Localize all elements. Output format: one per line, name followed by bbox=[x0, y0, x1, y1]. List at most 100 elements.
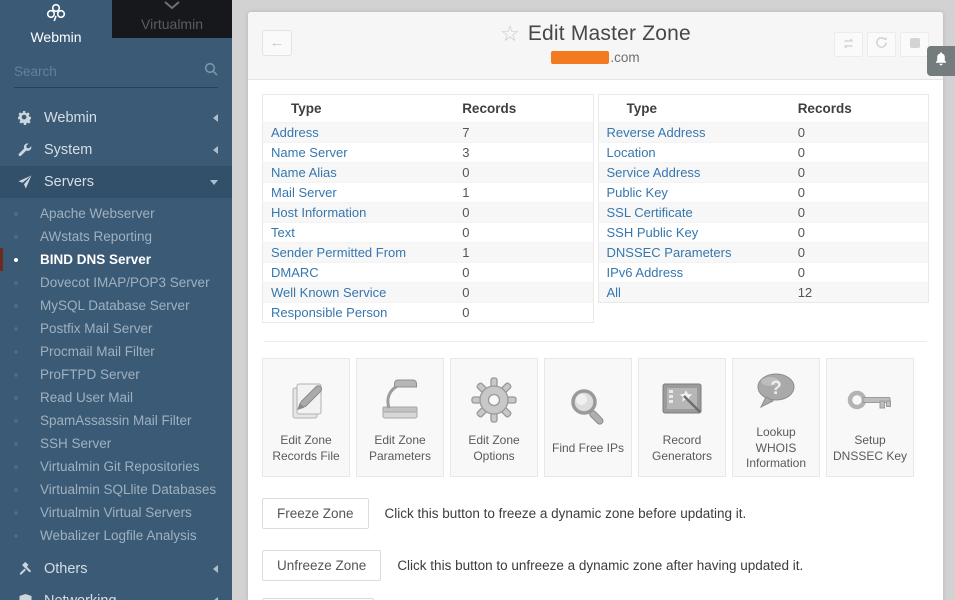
sidebar-item-ssh-server[interactable]: SSH Server bbox=[0, 432, 232, 455]
table-row: SSL Certificate 0 bbox=[598, 203, 929, 223]
table-row: Mail Server1 bbox=[263, 183, 594, 203]
bullet-icon bbox=[14, 511, 18, 515]
table-row: Name Alias0 bbox=[263, 163, 594, 183]
sidebar-item-others[interactable]: Others bbox=[0, 553, 232, 585]
record-table-left: Type Records Address7 Name Server3 Name … bbox=[262, 94, 594, 323]
sidebar-item-networking[interactable]: Networking bbox=[0, 585, 232, 600]
sidebar-item-label: Webalizer Logfile Analysis bbox=[40, 527, 197, 544]
tab-virtualmin[interactable]: Virtualmin bbox=[112, 0, 232, 38]
record-count: 0 bbox=[790, 123, 929, 143]
sidebar-item-bind-dns-server[interactable]: BIND DNS Server bbox=[0, 248, 232, 271]
key-icon bbox=[847, 371, 893, 429]
record-type-link[interactable]: Reverse Address bbox=[607, 125, 706, 140]
table-row: IPv6 Address0 bbox=[598, 263, 929, 283]
record-count: 0 bbox=[454, 303, 593, 323]
delete-button[interactable] bbox=[900, 32, 929, 57]
sidebar-item-virtualmin-git[interactable]: Virtualmin Git Repositories bbox=[0, 455, 232, 478]
sidebar-item-label: Webmin bbox=[44, 110, 97, 126]
sidebar-item-read-user-mail[interactable]: Read User Mail bbox=[0, 386, 232, 409]
sidebar-item-apache-webserver[interactable]: Apache Webserver bbox=[0, 202, 232, 225]
caret-left-icon bbox=[213, 146, 218, 154]
record-count: 12 bbox=[790, 283, 929, 303]
record-type-link[interactable]: Sender Permitted From bbox=[271, 245, 406, 260]
refresh-icon bbox=[875, 36, 888, 54]
edit-zone-options-button[interactable]: Edit Zone Options bbox=[450, 358, 538, 477]
paper-plane-icon bbox=[14, 175, 36, 189]
bullet-icon bbox=[14, 465, 18, 469]
column-header-type: Type bbox=[263, 95, 455, 123]
sidebar-item-label: Networking bbox=[44, 593, 117, 600]
caret-left-icon bbox=[213, 114, 218, 122]
record-type-link[interactable]: Location bbox=[607, 145, 656, 160]
record-type-link[interactable]: Name Server bbox=[271, 145, 348, 160]
bullet-icon bbox=[14, 419, 18, 423]
sidebar-item-mysql[interactable]: MySQL Database Server bbox=[0, 294, 232, 317]
record-type-link[interactable]: Mail Server bbox=[271, 185, 337, 200]
record-type-link[interactable]: Address bbox=[271, 125, 319, 140]
record-type-link[interactable]: All bbox=[607, 285, 621, 300]
notifications-tab[interactable] bbox=[927, 46, 955, 76]
edit-zone-records-file-button[interactable]: Edit Zone Records File bbox=[262, 358, 350, 477]
record-type-link[interactable]: Service Address bbox=[607, 165, 701, 180]
sidebar-item-label: Procmail Mail Filter bbox=[40, 343, 155, 360]
lookup-whois-information-button[interactable]: ? Lookup WHOIS Information bbox=[732, 358, 820, 477]
table-row: DNSSEC Parameters0 bbox=[598, 243, 929, 263]
search-icon[interactable] bbox=[204, 62, 218, 81]
sidebar-item-virtualmin-sqllite[interactable]: Virtualmin SQLlite Databases bbox=[0, 478, 232, 501]
record-type-link[interactable]: Host Information bbox=[271, 205, 366, 220]
find-free-ips-button[interactable]: Find Free IPs bbox=[544, 358, 632, 477]
table-row: Host Information 0 bbox=[263, 203, 594, 223]
sidebar-item-virtualmin-virtual-servers[interactable]: Virtualmin Virtual Servers bbox=[0, 501, 232, 524]
record-type-link[interactable]: Name Alias bbox=[271, 165, 337, 180]
table-row: Public Key0 bbox=[598, 183, 929, 203]
gear-icon bbox=[471, 371, 517, 429]
record-count: 0 bbox=[790, 203, 929, 223]
sidebar-item-proftpd[interactable]: ProFTPD Server bbox=[0, 363, 232, 386]
sidebar-item-awstats-reporting[interactable]: AWstats Reporting bbox=[0, 225, 232, 248]
repeat-icon bbox=[841, 36, 856, 54]
refresh-button[interactable] bbox=[867, 32, 896, 57]
edit-zone-parameters-button[interactable]: Edit Zone Parameters bbox=[356, 358, 444, 477]
sidebar-item-label: Servers bbox=[44, 174, 94, 190]
sidebar-item-system[interactable]: System bbox=[0, 134, 232, 166]
sidebar-item-spamassassin[interactable]: SpamAssassin Mail Filter bbox=[0, 409, 232, 432]
sidebar-item-procmail[interactable]: Procmail Mail Filter bbox=[0, 340, 232, 363]
record-type-link[interactable]: Text bbox=[271, 225, 295, 240]
record-type-link[interactable]: DNSSEC Parameters bbox=[607, 245, 732, 260]
record-type-link[interactable]: IPv6 Address bbox=[607, 265, 684, 280]
unfreeze-zone-button[interactable]: Unfreeze Zone bbox=[262, 550, 381, 581]
sidebar-item-servers[interactable]: Servers bbox=[0, 166, 232, 198]
sidebar-item-label: Apache Webserver bbox=[40, 205, 155, 222]
redacted-domain bbox=[551, 51, 609, 64]
record-type-link[interactable]: Public Key bbox=[607, 185, 668, 200]
sidebar-item-webalizer[interactable]: Webalizer Logfile Analysis bbox=[0, 524, 232, 547]
search-input[interactable] bbox=[14, 64, 204, 79]
sidebar-item-webmin[interactable]: Webmin bbox=[0, 102, 232, 134]
setup-dnssec-key-button[interactable]: Setup DNSSEC Key bbox=[826, 358, 914, 477]
sidebar-item-label: MySQL Database Server bbox=[40, 297, 190, 314]
sidebar-item-dovecot[interactable]: Dovecot IMAP/POP3 Server bbox=[0, 271, 232, 294]
magnifier-icon bbox=[566, 379, 610, 437]
repeat-button[interactable] bbox=[834, 32, 863, 57]
record-count: 0 bbox=[454, 203, 593, 223]
table-row: Service Address0 bbox=[598, 163, 929, 183]
record-type-link[interactable]: SSL Certificate bbox=[607, 205, 693, 220]
tab-webmin[interactable]: Webmin bbox=[0, 0, 112, 48]
table-row: Name Server3 bbox=[263, 143, 594, 163]
header-toolbar bbox=[834, 32, 929, 57]
card-label: Edit Zone Parameters bbox=[361, 433, 439, 464]
wand-screen-icon bbox=[659, 371, 705, 429]
freeze-zone-button[interactable]: Freeze Zone bbox=[262, 498, 369, 529]
record-type-link[interactable]: Well Known Service bbox=[271, 285, 386, 300]
star-icon[interactable]: ☆ bbox=[500, 23, 520, 45]
record-type-link[interactable]: Responsible Person bbox=[271, 305, 387, 320]
question-balloon-icon: ? bbox=[753, 363, 799, 421]
servers-submenu-wrap: Apache Webserver AWstats Reporting BIND … bbox=[0, 198, 232, 553]
sidebar-item-postfix[interactable]: Postfix Mail Server bbox=[0, 317, 232, 340]
record-type-link[interactable]: SSH Public Key bbox=[607, 225, 699, 240]
card-label: Edit Zone Records File bbox=[267, 433, 345, 464]
table-row: All 12 bbox=[598, 283, 929, 303]
record-type-link[interactable]: DMARC bbox=[271, 265, 319, 280]
record-generators-button[interactable]: Record Generators bbox=[638, 358, 726, 477]
bullet-icon bbox=[14, 350, 18, 354]
